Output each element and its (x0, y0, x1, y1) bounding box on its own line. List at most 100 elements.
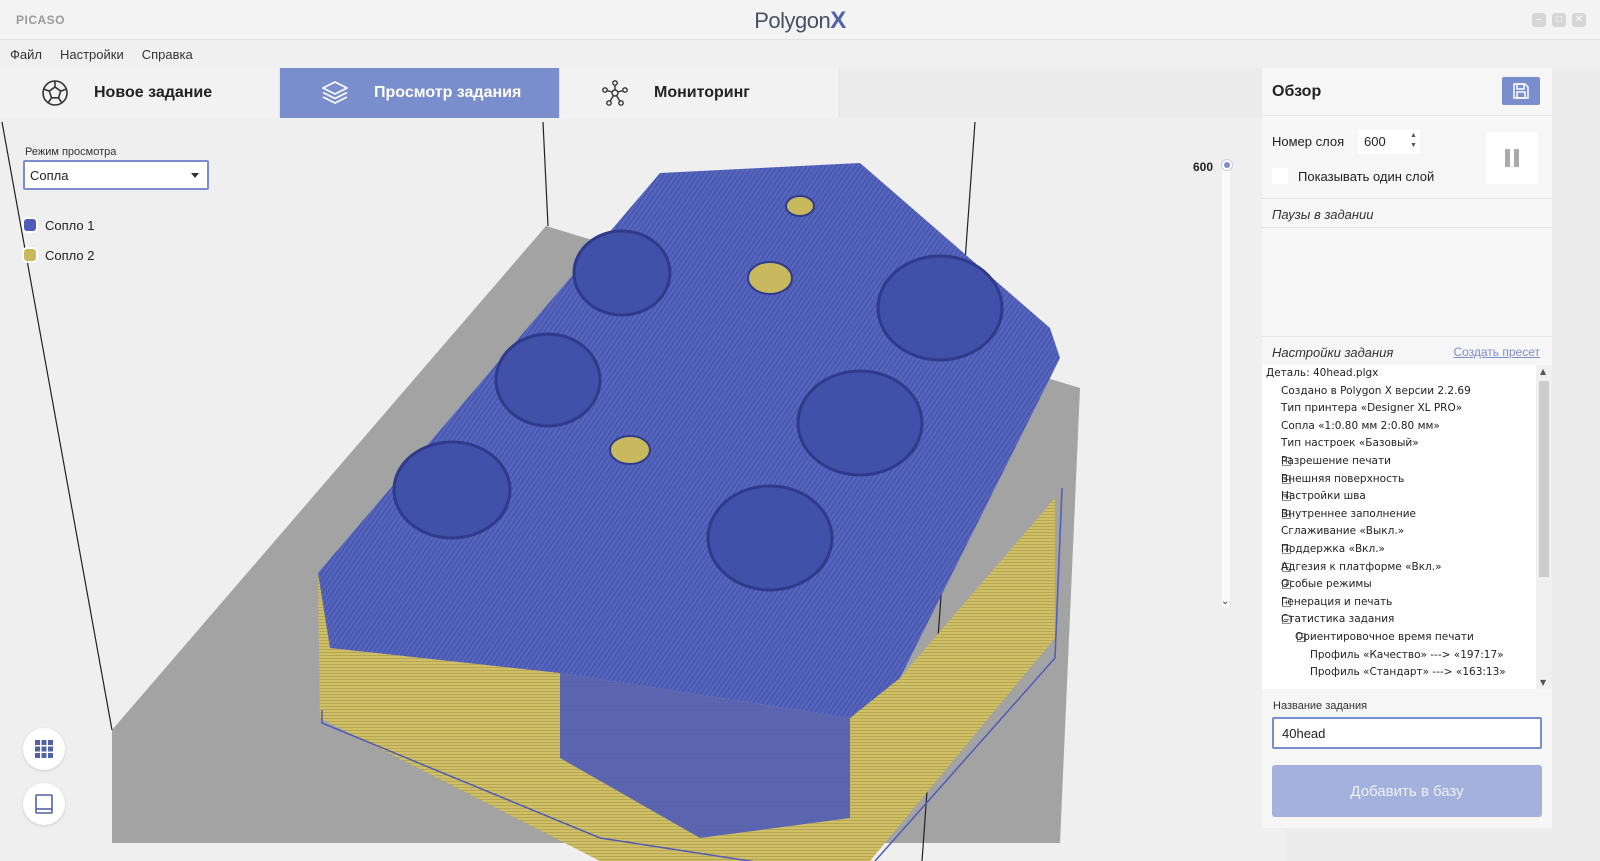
layer-slider-value: 600 (1193, 160, 1214, 174)
tree-row[interactable]: + Генерация и печать (1262, 594, 1552, 612)
maximize-button[interactable]: □ (1552, 13, 1566, 27)
tree-row[interactable]: + Особые режимы (1262, 576, 1552, 594)
tree-row[interactable]: + Разрешение печати (1262, 453, 1552, 471)
job-name-input[interactable]: 40head (1272, 717, 1542, 749)
overview-panel: Обзор Номер слоя 600 ▲ ▼ Показывать один … (1262, 68, 1552, 828)
tree-row-label: Создано в Polygon X версии 2.2.69 (1281, 384, 1471, 397)
show-one-layer-label: Показывать один слой (1298, 168, 1435, 184)
window-controls: ‒ □ ✕ (1532, 13, 1586, 27)
menu-help[interactable]: Справка (142, 47, 193, 62)
tree-row-label: Сопла «1:0.80 мм 2:0.80 мм» (1281, 419, 1440, 432)
tree-row[interactable]: + Адгезия к платформе «Вкл.» (1262, 559, 1552, 577)
chevron-down-icon (191, 173, 199, 178)
save-icon (1513, 83, 1529, 99)
pauses-title: Паузы в задании (1272, 207, 1374, 222)
legend-label: Сопло 2 (45, 247, 95, 263)
nozzle-2-swatch (24, 249, 36, 261)
create-preset-link[interactable]: Создать пресет (1453, 345, 1540, 359)
tablet-view-button[interactable] (23, 783, 65, 825)
tree-row: Сглаживание «Выкл.» (1262, 523, 1552, 541)
tab-monitoring[interactable]: Мониторинг (560, 68, 840, 118)
pause-button[interactable] (1486, 132, 1538, 184)
minimize-button[interactable]: ‒ (1532, 13, 1546, 27)
tree-row: Деталь: 40head.plgx (1262, 365, 1552, 383)
legend-item-nozzle-1: Сопло 1 (24, 210, 94, 240)
show-one-layer-checkbox[interactable] (1272, 168, 1288, 184)
layer-slider-thumb[interactable] (1222, 160, 1232, 170)
legend-item-nozzle-2: Сопло 2 (24, 240, 94, 270)
tree-row[interactable]: + Поддержка «Вкл.» (1262, 541, 1552, 559)
save-button[interactable] (1502, 77, 1540, 105)
tree-row-label: Профиль «Качество» ---> «197:17» (1310, 648, 1504, 661)
app-title: PolygonX (0, 7, 1600, 35)
tree-rows: Деталь: 40head.plgx Создано в Polygon X в… (1262, 365, 1552, 682)
tab-new-job[interactable]: Новое задание (0, 68, 280, 118)
tree-row[interactable]: + Внутреннее заполнение (1262, 506, 1552, 524)
tree-row: Тип настроек «Базовый» (1262, 435, 1552, 453)
tree-row[interactable]: − Статистика задания (1262, 611, 1552, 629)
tree-row[interactable]: + Внешняя поверхность (1262, 471, 1552, 489)
model-scene (1, 121, 1080, 861)
title-bar: PICASO PolygonX ‒ □ ✕ (0, 0, 1600, 40)
job-name-label: Название задания (1273, 700, 1368, 712)
dodecahedron-icon (40, 78, 70, 108)
panel-title: Обзор (1272, 83, 1322, 100)
tab-monitoring-label: Мониторинг (654, 84, 750, 101)
layer-spinner-icon[interactable]: ▲ ▼ (1410, 131, 1417, 151)
tree-row: Тип принтера «Designer XL PRO» (1262, 400, 1552, 418)
tab-job-preview-label: Просмотр задания (374, 84, 522, 101)
grid-view-icon (35, 740, 53, 758)
tree-row-label: Генерация и печать (1281, 595, 1393, 608)
main-tabs: Новое задание Просмотр задания Мониторин… (0, 68, 840, 118)
tree-row-label: Поддержка «Вкл.» (1281, 542, 1385, 555)
slider-down-arrow-icon[interactable]: ⌄ (1221, 596, 1229, 607)
tree-row-label: Адгезия к платформе «Вкл.» (1281, 560, 1442, 573)
layers-icon (320, 78, 350, 108)
view-mode-label: Режим просмотра (25, 146, 117, 158)
job-settings-tree[interactable]: ▲ ▼ Деталь: 40head.plgx Создано в Polygon… (1262, 365, 1552, 689)
close-button[interactable]: ✕ (1572, 13, 1586, 27)
tree-row-label: Разрешение печати (1281, 454, 1391, 467)
app-title-text: Polygon (754, 8, 831, 33)
tree-row: Профиль «Качество» ---> «197:17» (1262, 647, 1552, 665)
tree-row-label: Ориентировочное время печати (1295, 630, 1474, 643)
tree-row-label: Статистика задания (1281, 613, 1395, 626)
tree-row: Профиль «Стандарт» ---> «163:13» (1262, 664, 1552, 682)
pause-icon (1505, 149, 1519, 167)
menu-file[interactable]: Файл (10, 47, 42, 62)
job-settings-title: Настройки задания (1272, 345, 1394, 360)
tree-row-label: Сглаживание «Выкл.» (1281, 525, 1405, 538)
panel-header: Обзор (1262, 68, 1552, 116)
show-one-layer-option[interactable]: Показывать один слой (1272, 168, 1434, 184)
tree-row: Сопла «1:0.80 мм 2:0.80 мм» (1262, 418, 1552, 436)
grid-view-button[interactable] (23, 728, 65, 770)
tree-row-label: Профиль «Стандарт» ---> «163:13» (1310, 666, 1506, 679)
tree-row: Создано в Polygon X версии 2.2.69 (1262, 383, 1552, 401)
job-settings-section-header: Настройки задания Создать пресет (1262, 336, 1552, 366)
tree-row-label: Деталь: 40head.plgx (1266, 367, 1379, 379)
tree-row-label: Настройки шва (1281, 490, 1366, 503)
tree-row-label: Тип принтера «Designer XL PRO» (1281, 402, 1463, 415)
tree-row[interactable]: − Ориентировочное время печати (1262, 629, 1552, 647)
tablet-view-icon (35, 794, 53, 814)
nozzle-legend: Сопло 1 Сопло 2 (24, 210, 94, 270)
menu-bar: Файл Настройки Справка (0, 40, 1600, 68)
view-mode-value: Сопла (30, 168, 69, 183)
tab-job-preview[interactable]: Просмотр задания (280, 68, 560, 118)
tree-row-label: Внешняя поверхность (1281, 472, 1405, 485)
tree-row-label: Особые режимы (1281, 578, 1372, 591)
pauses-section-header: Паузы в задании (1262, 198, 1552, 228)
nozzle-1-swatch (24, 219, 36, 231)
menu-settings[interactable]: Настройки (60, 47, 124, 62)
tree-row[interactable]: + Настройки шва (1262, 488, 1552, 506)
layer-slider-track[interactable] (1222, 162, 1230, 608)
layer-number-label: Номер слоя (1272, 134, 1345, 149)
3d-viewport[interactable]: Режим просмотра Сопла Сопло 1 Сопло 2 60… (0, 118, 1285, 861)
legend-label: Сопло 1 (45, 217, 95, 233)
add-to-database-button[interactable]: Добавить в базу (1272, 765, 1542, 817)
tree-row-label: Внутреннее заполнение (1281, 507, 1417, 520)
network-icon (600, 78, 630, 108)
view-mode-select[interactable]: Сопла (23, 160, 209, 190)
app-title-x: X (830, 7, 846, 34)
tab-new-job-label: Новое задание (94, 84, 213, 101)
